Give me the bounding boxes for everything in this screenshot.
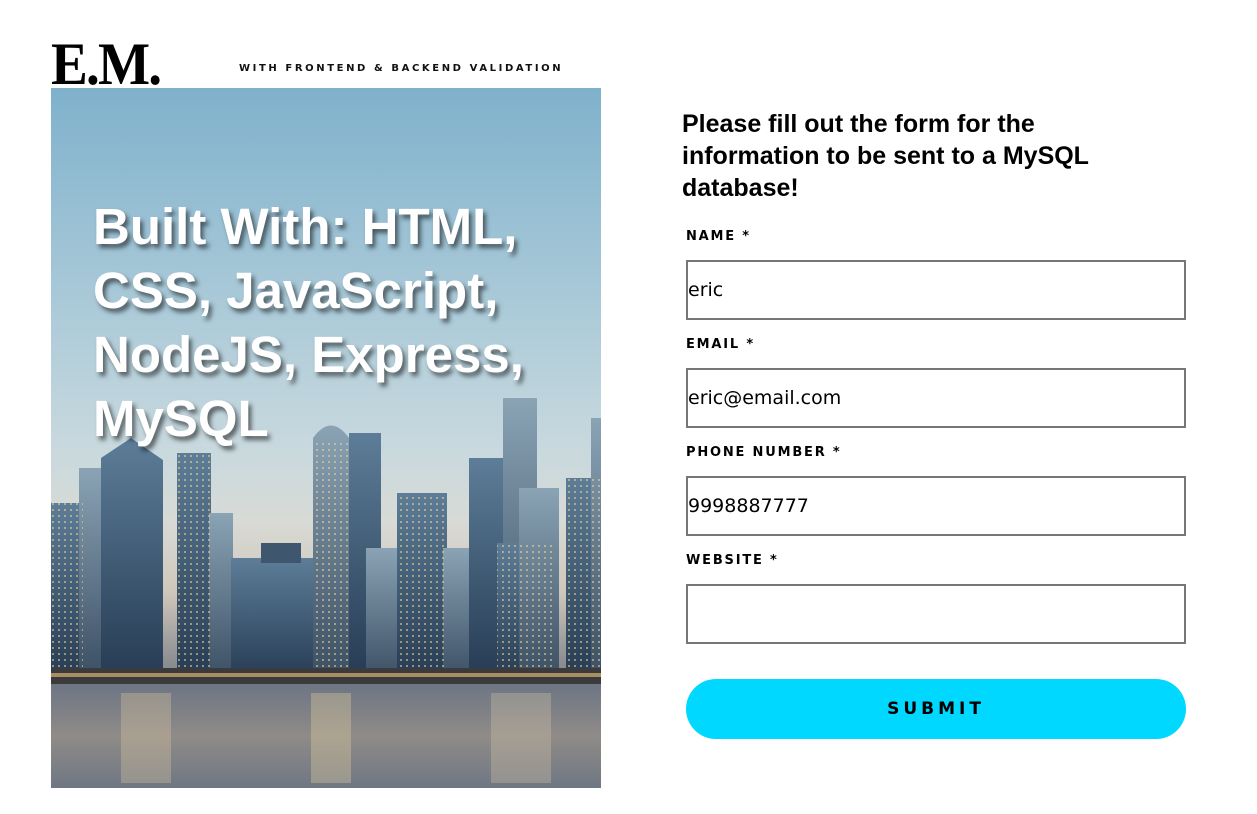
website-field[interactable] <box>686 584 1186 644</box>
email-label: EMAIL * <box>686 337 755 352</box>
form-heading: Please fill out the form for the informa… <box>682 110 1089 202</box>
name-label: NAME * <box>686 229 751 244</box>
phone-number-label: PHONE NUMBER * <box>686 445 842 460</box>
website-label: WEBSITE * <box>686 553 779 568</box>
hero-image: Built With: HTML, CSS, JavaScript, NodeJ… <box>51 88 601 788</box>
hero-heading: Built With: HTML, CSS, JavaScript, NodeJ… <box>93 198 524 447</box>
submit-button[interactable]: SUBMIT <box>686 679 1186 739</box>
name-field[interactable] <box>686 260 1186 320</box>
phone-number-field[interactable] <box>686 476 1186 536</box>
page: E.M. WITH FRONTEND & BACKEND VALIDATION <box>0 0 1257 814</box>
tagline: WITH FRONTEND & BACKEND VALIDATION <box>239 63 564 74</box>
logo: E.M. <box>51 31 162 97</box>
email-field[interactable] <box>686 368 1186 428</box>
